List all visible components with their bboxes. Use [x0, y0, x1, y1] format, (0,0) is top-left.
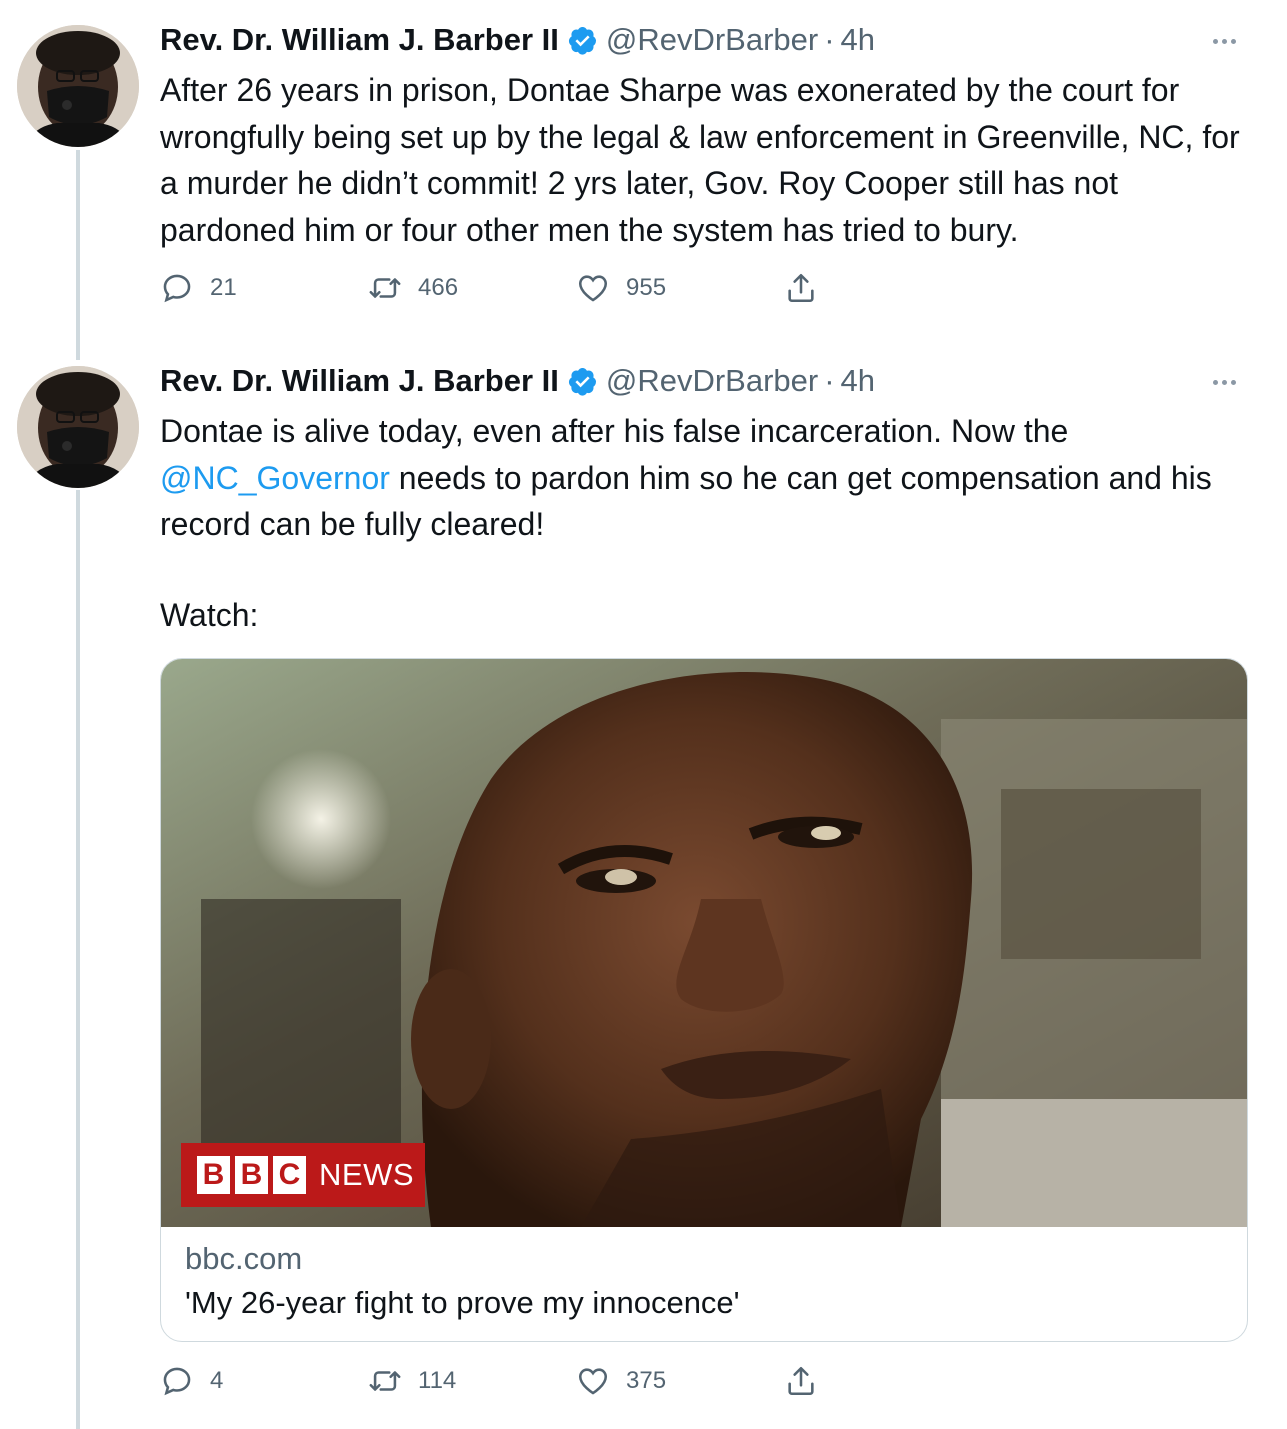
tweet-header: Rev. Dr. William J. Barber II @RevDrBarb…: [160, 361, 875, 401]
reply-icon: [163, 274, 191, 303]
card-image: B B C NEWS: [161, 659, 1247, 1227]
tweet-actions: 4 114 375: [160, 1361, 840, 1401]
bbc-letter: B: [197, 1156, 230, 1194]
bbc-news-word: NEWS: [319, 1157, 414, 1192]
reply-count: 21: [210, 274, 237, 301]
verified-badge-icon: [567, 25, 598, 56]
heart-icon: [578, 275, 608, 302]
link-card[interactable]: B B C NEWS bbc.com 'My 26-year fight to …: [160, 658, 1248, 1342]
tweet-text-watch: Watch:: [160, 597, 259, 633]
tweet-text: Dontae is alive today, even after his fa…: [160, 408, 1250, 548]
heart-icon: [578, 1368, 608, 1395]
retweet-button[interactable]: 466: [368, 268, 458, 308]
verified-badge-icon: [567, 366, 598, 397]
reply-button[interactable]: 21: [160, 268, 237, 308]
retweet-icon: [369, 1371, 401, 1391]
card-meta: bbc.com 'My 26-year fight to prove my in…: [185, 1237, 740, 1325]
share-button[interactable]: [784, 268, 834, 308]
share-button[interactable]: [784, 1361, 834, 1401]
more-icon[interactable]: [1213, 377, 1243, 387]
bbc-news-logo: B B C NEWS: [181, 1143, 425, 1207]
retweet-count: 466: [418, 274, 459, 301]
share-icon: [788, 1366, 814, 1396]
like-button[interactable]: 375: [576, 1361, 666, 1401]
retweet-count: 114: [418, 1367, 457, 1394]
tweet-header: Rev. Dr. William J. Barber II @RevDrBarb…: [160, 20, 875, 60]
author-name[interactable]: Rev. Dr. William J. Barber II: [160, 363, 559, 399]
like-count: 375: [626, 1367, 667, 1394]
separator-dot: ·: [824, 363, 835, 398]
reply-button[interactable]: 4: [160, 1361, 223, 1401]
separator-dot: ·: [824, 22, 835, 57]
thread-line: [76, 150, 80, 360]
card-domain: bbc.com: [185, 1241, 303, 1276]
author-name[interactable]: Rev. Dr. William J. Barber II: [160, 22, 559, 58]
avatar[interactable]: [17, 25, 139, 147]
card-title: 'My 26-year fight to prove my innocence': [185, 1285, 740, 1320]
reply-icon: [163, 1367, 191, 1396]
bbc-letter: C: [273, 1156, 306, 1194]
timestamp[interactable]: 4h: [841, 363, 875, 399]
avatar[interactable]: [17, 366, 139, 488]
tweet-actions: 21 466 955: [160, 268, 840, 308]
bbc-letter: B: [235, 1156, 268, 1194]
thread-line: [76, 490, 80, 1429]
retweet-icon: [369, 278, 401, 298]
author-handle[interactable]: @RevDrBarber: [606, 22, 818, 58]
author-handle[interactable]: @RevDrBarber: [606, 363, 818, 399]
mention-link[interactable]: @NC_Governor: [160, 460, 390, 496]
timestamp[interactable]: 4h: [841, 22, 875, 58]
retweet-button[interactable]: 114: [368, 1361, 456, 1401]
reply-count: 4: [210, 1367, 224, 1394]
share-icon: [788, 273, 814, 303]
like-button[interactable]: 955: [576, 268, 666, 308]
more-icon[interactable]: [1213, 36, 1243, 46]
like-count: 955: [626, 274, 667, 301]
tweet-text: After 26 years in prison, Dontae Sharpe …: [160, 72, 1240, 248]
tweet-text-part: Dontae is alive today, even after his fa…: [160, 413, 1069, 449]
